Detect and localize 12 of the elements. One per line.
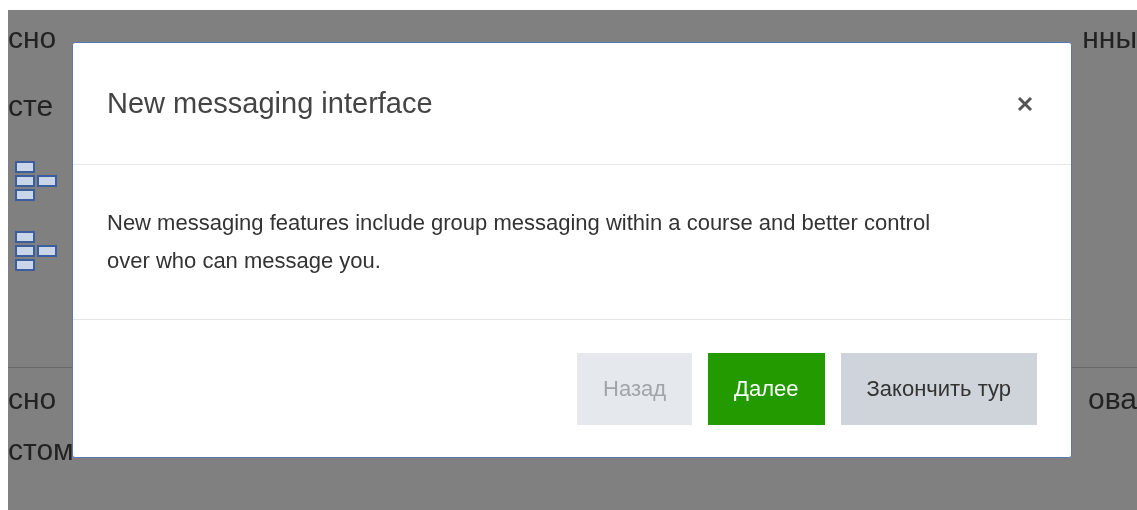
dialog-title: New messaging interface xyxy=(107,85,433,121)
dialog-message: New messaging features include group messaging within a course and better control over who can message you. xyxy=(107,209,931,275)
heading-fragment: ова xyxy=(1088,381,1137,417)
heading-fragment: сно xyxy=(8,381,57,417)
tree-structure-icon xyxy=(14,160,58,202)
heading-fragment: стом xyxy=(8,432,74,468)
heading-fragment: нны xyxy=(1082,20,1137,56)
heading-fragment: сно xyxy=(8,20,57,56)
heading-fragment: сте xyxy=(8,88,54,124)
next-button[interactable]: Далее xyxy=(708,352,825,425)
end-tour-button[interactable]: Закончить тур xyxy=(840,352,1037,425)
tree-structure-icon xyxy=(14,230,58,272)
